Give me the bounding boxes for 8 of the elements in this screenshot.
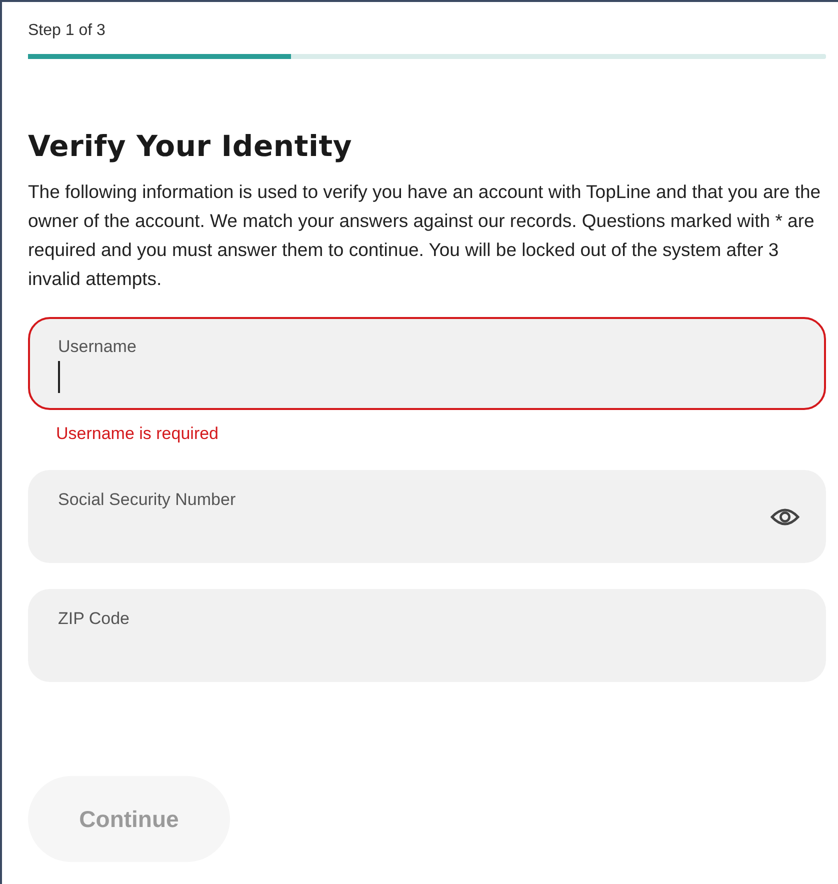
input-field[interactable]: ZIP Code (28, 589, 826, 682)
input-field[interactable]: Social Security Number (28, 470, 826, 563)
step-label: Step 1 of 3 (28, 21, 106, 41)
input-field[interactable]: Username (28, 317, 826, 410)
error-message: Username is required (56, 424, 220, 444)
eye-icon[interactable] (770, 506, 800, 526)
description: The following information is used to verify you have an account with TopLine and that you are the owner of the account. We match your answers against our records. Questions marked with * are required and you must answer them to continue. You will be locked out of the system after 3 invalid attempts. (28, 180, 822, 291)
page-title: Verify Your Identity (28, 129, 352, 163)
